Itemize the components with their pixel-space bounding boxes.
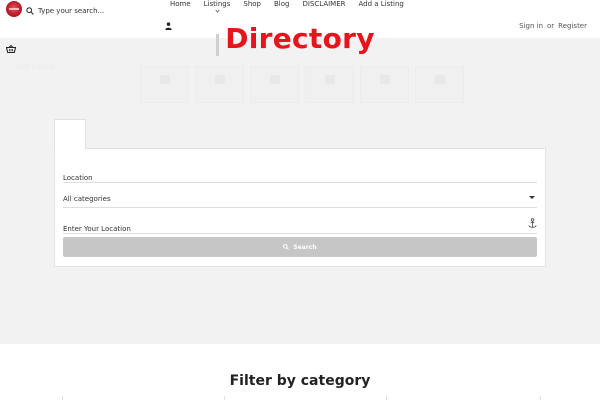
card-edge (386, 396, 387, 400)
nav-blog[interactable]: Blog (274, 0, 289, 14)
nav-disclaimer[interactable]: DISCLAIMER (302, 0, 345, 14)
category-icon (215, 75, 225, 84)
hero-category-tiles (140, 66, 464, 103)
category-tile[interactable] (140, 66, 189, 103)
category-select-value: All categories (63, 195, 111, 203)
category-card-edges (0, 396, 600, 400)
card-edge (540, 396, 541, 400)
category-icon (160, 75, 170, 84)
header-search-input[interactable] (38, 4, 148, 18)
search-button-label: Search (293, 243, 317, 251)
hero-add-listing-link[interactable]: Add Listing (16, 63, 55, 71)
category-icon (380, 75, 390, 84)
hero-title: Directory (225, 22, 375, 55)
nav-add-listing[interactable]: Add a Listing (359, 0, 404, 14)
nav-listings-label: Listings (203, 0, 231, 8)
search-icon (283, 244, 290, 250)
site-logo[interactable] (6, 1, 22, 17)
nav-listings[interactable]: Listings (203, 0, 231, 14)
search-form-tab[interactable] (54, 119, 86, 149)
cart-icon[interactable] (6, 45, 16, 53)
search-form-panel: All categories Search (54, 148, 546, 267)
card-edge (224, 396, 225, 400)
filter-section-title: Filter by category (229, 373, 371, 389)
category-select[interactable]: All categories (63, 190, 537, 208)
search-button[interactable]: Search (63, 237, 537, 257)
caret-down-icon (529, 196, 535, 199)
card-edge (62, 396, 63, 400)
category-tile[interactable] (415, 66, 464, 103)
location-field (63, 165, 537, 187)
nav-shop[interactable]: Shop (243, 0, 261, 14)
category-tile[interactable] (360, 66, 409, 103)
nav-home[interactable]: Home (170, 0, 191, 14)
category-icon (270, 75, 280, 84)
category-icon (435, 75, 445, 84)
category-tile[interactable] (305, 66, 354, 103)
address-field (63, 216, 537, 238)
category-tile[interactable] (195, 66, 244, 103)
chevron-down-icon (215, 8, 220, 13)
address-input[interactable] (63, 220, 537, 238)
location-input[interactable] (63, 169, 537, 187)
main-nav: Home Listings Shop Blog DISCLAIMER Add a… (170, 0, 417, 14)
anchor-icon[interactable] (528, 218, 537, 229)
search-icon (26, 7, 34, 15)
category-icon (325, 75, 335, 84)
category-tile[interactable] (250, 66, 299, 103)
